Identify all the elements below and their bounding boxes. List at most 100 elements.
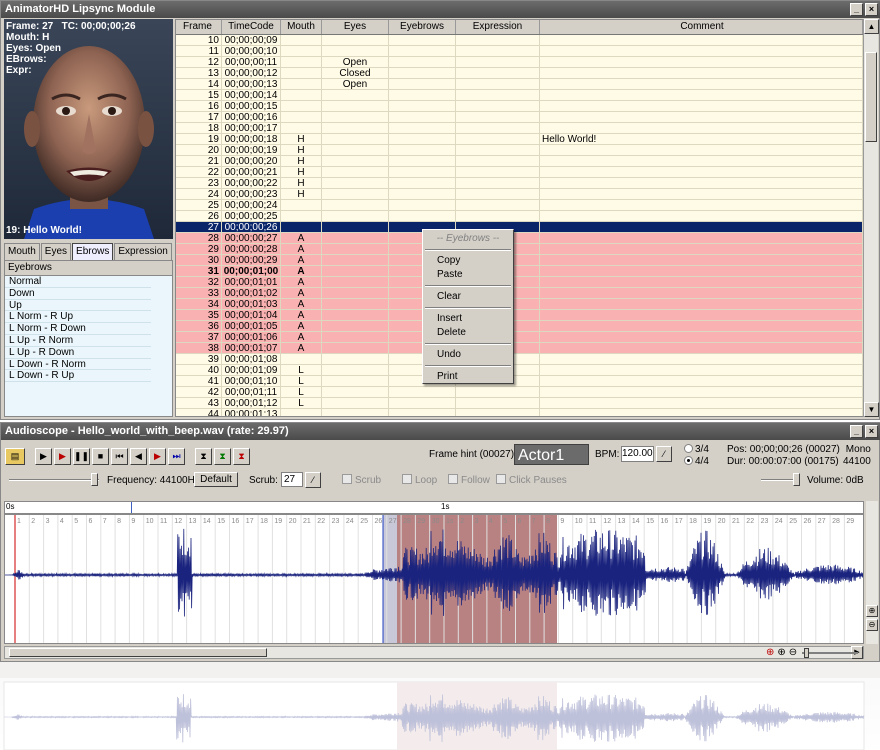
step-forward-icon[interactable]: ▶	[149, 447, 166, 465]
waveform-horizontal-scrollbar[interactable]: ▶	[4, 646, 864, 659]
cell-comment[interactable]	[540, 57, 863, 67]
cell-eyes[interactable]	[322, 288, 389, 298]
cell-frame[interactable]: 39	[176, 354, 222, 364]
cell-eyes[interactable]	[322, 167, 389, 177]
cell-expression[interactable]	[456, 35, 540, 45]
cell-timecode[interactable]: 00;00;00;10	[222, 46, 281, 56]
cell-frame[interactable]: 26	[176, 211, 222, 221]
waveform-canvas[interactable]: 1 2 3 4 5 6 7 8 9 10 11 12 13 14 15 16 17 18 19 20 21 22 23 24 2…	[5, 515, 864, 644]
cell-eyebrows[interactable]	[389, 79, 456, 89]
cell-eyes[interactable]	[322, 365, 389, 375]
cell-frame[interactable]: 29	[176, 244, 222, 254]
cell-frame[interactable]: 22	[176, 167, 222, 177]
cell-expression[interactable]	[456, 90, 540, 100]
cell-mouth[interactable]: H	[281, 178, 322, 188]
scroll-up-arrow-icon[interactable]: ▲	[864, 19, 879, 34]
cell-timecode[interactable]: 00;00;01;06	[222, 332, 281, 342]
cell-timecode[interactable]: 00;00;00;20	[222, 156, 281, 166]
cell-eyes[interactable]	[322, 112, 389, 122]
menu-undo[interactable]: Undo	[423, 348, 513, 362]
waveform-view[interactable]: 1 2 3 4 5 6 7 8 9 10 11 12 13 14 15 16 17 18 19 20 21 22 23 24 2…	[4, 514, 864, 644]
cell-comment[interactable]	[540, 145, 863, 155]
frame-row[interactable]: 38 00;00;01;07 A	[176, 343, 863, 354]
cell-comment[interactable]	[540, 101, 863, 111]
cell-comment[interactable]	[540, 387, 863, 397]
check-follow[interactable]: Follow	[448, 474, 490, 486]
cell-eyebrows[interactable]	[389, 46, 456, 56]
cell-comment[interactable]	[540, 233, 863, 243]
col-eyes[interactable]: Eyes	[322, 20, 389, 34]
cell-mouth[interactable]	[281, 222, 322, 232]
cell-eyebrows[interactable]	[389, 200, 456, 210]
cell-eyes[interactable]: Closed	[322, 68, 389, 78]
cell-eyes[interactable]	[322, 156, 389, 166]
menu-delete[interactable]: Delete	[423, 326, 513, 340]
cell-expression[interactable]	[456, 46, 540, 56]
cell-mouth[interactable]	[281, 101, 322, 111]
cell-eyes[interactable]	[322, 35, 389, 45]
cell-mouth[interactable]: H	[281, 189, 322, 199]
cell-comment[interactable]	[540, 68, 863, 78]
cell-eyes[interactable]	[322, 398, 389, 408]
cell-frame[interactable]: 23	[176, 178, 222, 188]
cell-timecode[interactable]: 00;00;00;11	[222, 57, 281, 67]
open-folder-icon[interactable]: ▤	[5, 447, 25, 465]
cell-timecode[interactable]: 00;00;00;29	[222, 255, 281, 265]
frame-row[interactable]: 28 00;00;00;27 A	[176, 233, 863, 244]
cell-eyes[interactable]	[322, 233, 389, 243]
cell-mouth[interactable]: A	[281, 266, 322, 276]
cell-eyebrows[interactable]	[389, 90, 456, 100]
cell-timecode[interactable]: 00;00;01;09	[222, 365, 281, 375]
cell-frame[interactable]: 30	[176, 255, 222, 265]
cell-comment[interactable]	[540, 90, 863, 100]
cell-frame[interactable]: 40	[176, 365, 222, 375]
eyebrow-option[interactable]: L Down - R Norm	[5, 359, 151, 371]
cell-mouth[interactable]	[281, 112, 322, 122]
cell-expression[interactable]	[456, 101, 540, 111]
cell-comment[interactable]	[540, 376, 863, 386]
cell-timecode[interactable]: 00;00;00;09	[222, 35, 281, 45]
cell-timecode[interactable]: 00;00;00;23	[222, 189, 281, 199]
cell-comment[interactable]	[540, 189, 863, 199]
frame-row[interactable]: 39 00;00;01;08	[176, 354, 863, 365]
cell-comment[interactable]	[540, 211, 863, 221]
cell-timecode[interactable]: 00;00;01;08	[222, 354, 281, 364]
cell-eyes[interactable]	[322, 354, 389, 364]
cell-mouth[interactable]: L	[281, 398, 322, 408]
cell-eyes[interactable]	[322, 90, 389, 100]
frequency-slider[interactable]	[9, 479, 99, 481]
tab-mouth[interactable]: Mouth	[4, 243, 40, 260]
eyebrow-option[interactable]: Down	[5, 288, 151, 300]
cell-comment[interactable]	[540, 112, 863, 122]
frame-row[interactable]: 22 00;00;00;21 H	[176, 167, 863, 178]
zoom-out-icon[interactable]: ⊖	[866, 619, 878, 631]
cell-timecode[interactable]: 00;00;01;12	[222, 398, 281, 408]
cell-eyes[interactable]	[322, 244, 389, 254]
frame-row[interactable]: 33 00;00;01;02 A	[176, 288, 863, 299]
scrub-tap-icon[interactable]: ⁄	[305, 472, 321, 488]
frame-row[interactable]: 10 00;00;00;09	[176, 35, 863, 46]
cell-comment[interactable]	[540, 123, 863, 133]
cell-eyebrows[interactable]	[389, 57, 456, 67]
frame-row[interactable]: 31 00;00;01;00 A	[176, 266, 863, 277]
cell-eyes[interactable]	[322, 46, 389, 56]
cell-eyebrows[interactable]	[389, 398, 456, 408]
cell-timecode[interactable]: 00;00;00;15	[222, 101, 281, 111]
cell-timecode[interactable]: 00;00;00;27	[222, 233, 281, 243]
cell-mouth[interactable]	[281, 35, 322, 45]
cell-frame[interactable]: 34	[176, 299, 222, 309]
cell-mouth[interactable]: A	[281, 255, 322, 265]
frame-row[interactable]: 16 00;00;00;15	[176, 101, 863, 112]
cell-timecode[interactable]: 00;00;00;16	[222, 112, 281, 122]
frame-row[interactable]: 30 00;00;00;29 A	[176, 255, 863, 266]
cell-eyes[interactable]	[322, 101, 389, 111]
cell-eyes[interactable]	[322, 145, 389, 155]
frame-row[interactable]: 26 00;00;00;25	[176, 211, 863, 222]
cell-eyes[interactable]	[322, 123, 389, 133]
cell-expression[interactable]	[456, 409, 540, 416]
col-timecode[interactable]: TimeCode	[222, 20, 281, 34]
cell-eyebrows[interactable]	[389, 387, 456, 397]
cell-comment[interactable]	[540, 332, 863, 342]
cell-timecode[interactable]: 00;00;01;00	[222, 266, 281, 276]
cell-comment[interactable]	[540, 398, 863, 408]
